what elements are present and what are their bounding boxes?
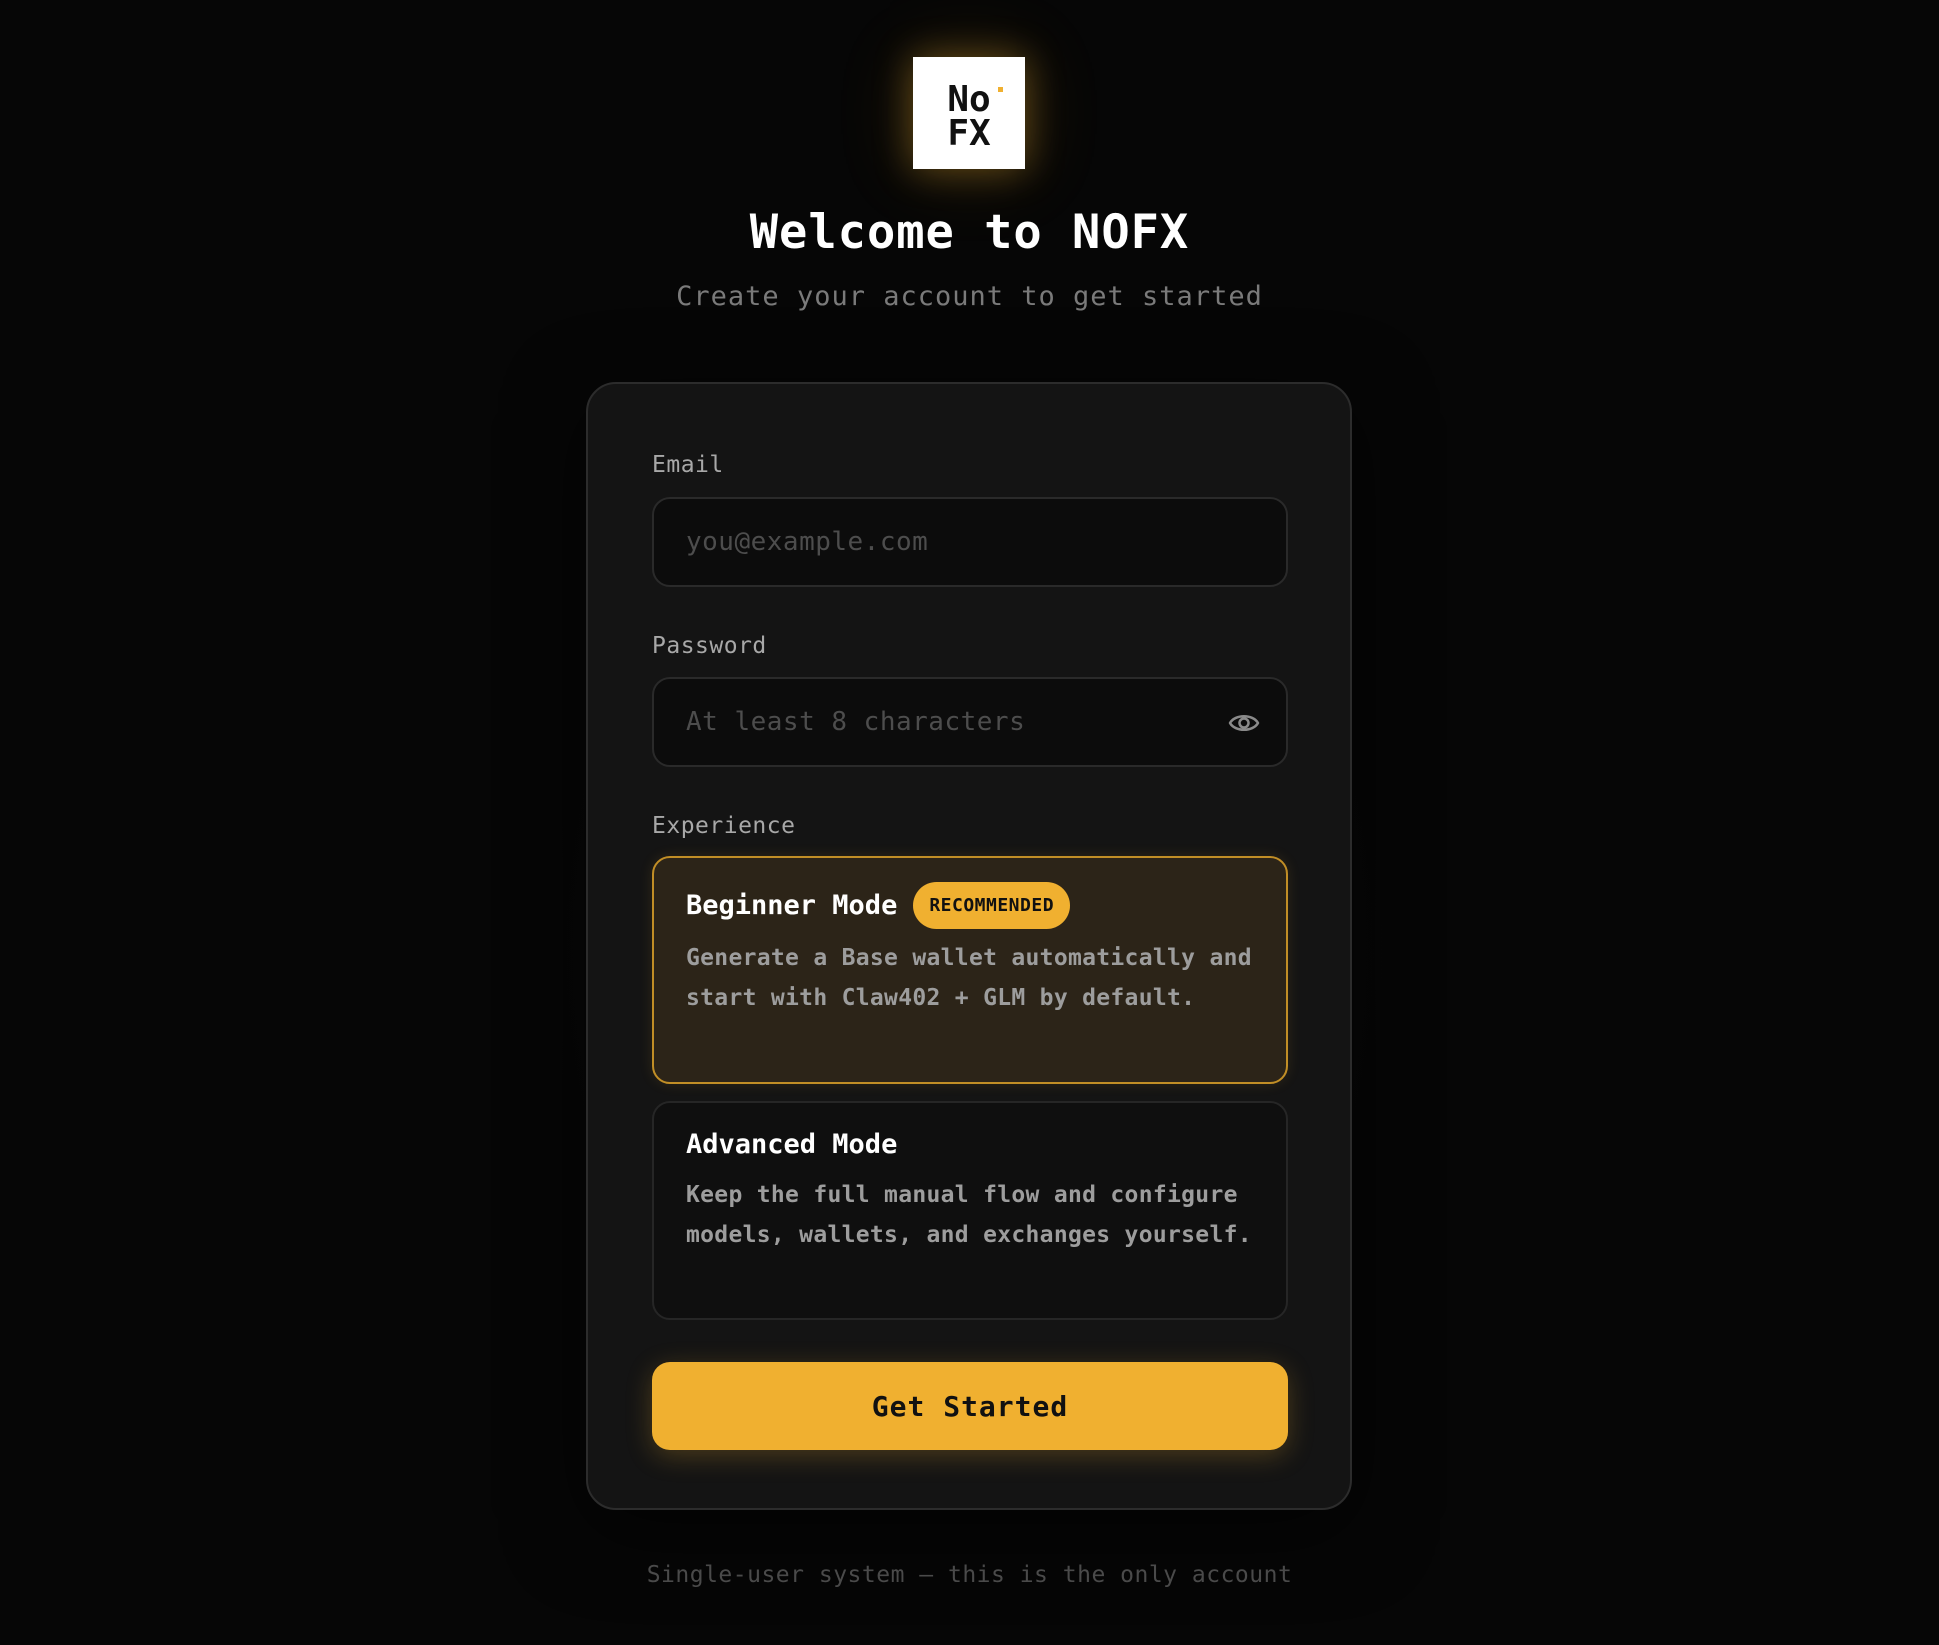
- experience-label: Experience: [652, 813, 796, 839]
- footer-note: Single-user system — this is the only ac…: [646, 1562, 1293, 1588]
- beginner-mode-title: Beginner Mode: [686, 890, 898, 921]
- signup-card: Email Password Experience Beginner Mode …: [586, 382, 1352, 1510]
- logo-accent-pixel: [998, 87, 1003, 92]
- page-title: Welcome to NOFX: [749, 205, 1190, 260]
- email-field[interactable]: [652, 497, 1288, 587]
- beginner-mode-option[interactable]: Beginner Mode RECOMMENDED Generate a Bas…: [652, 856, 1288, 1084]
- advanced-mode-header: Advanced Mode: [686, 1129, 897, 1160]
- get-started-button[interactable]: Get Started: [652, 1362, 1288, 1450]
- beginner-mode-description: Generate a Base wallet automatically and…: [686, 945, 1252, 1011]
- eye-icon[interactable]: [1228, 707, 1260, 739]
- advanced-mode-description: Keep the full manual flow and configure …: [686, 1182, 1252, 1248]
- password-label: Password: [652, 633, 767, 659]
- recommended-badge: RECOMMENDED: [913, 882, 1071, 929]
- logo-text-bottom: FX: [947, 113, 991, 154]
- nofx-logo-mark: No FX: [947, 79, 1003, 154]
- page-subtitle: Create your account to get started: [676, 281, 1263, 312]
- email-label: Email: [652, 452, 724, 478]
- advanced-mode-title: Advanced Mode: [686, 1129, 898, 1160]
- nofx-logo-icon: No FX: [913, 57, 1025, 169]
- beginner-mode-header: Beginner Mode RECOMMENDED: [686, 882, 1071, 929]
- password-field[interactable]: [652, 677, 1288, 767]
- advanced-mode-option[interactable]: Advanced Mode Keep the full manual flow …: [652, 1101, 1288, 1320]
